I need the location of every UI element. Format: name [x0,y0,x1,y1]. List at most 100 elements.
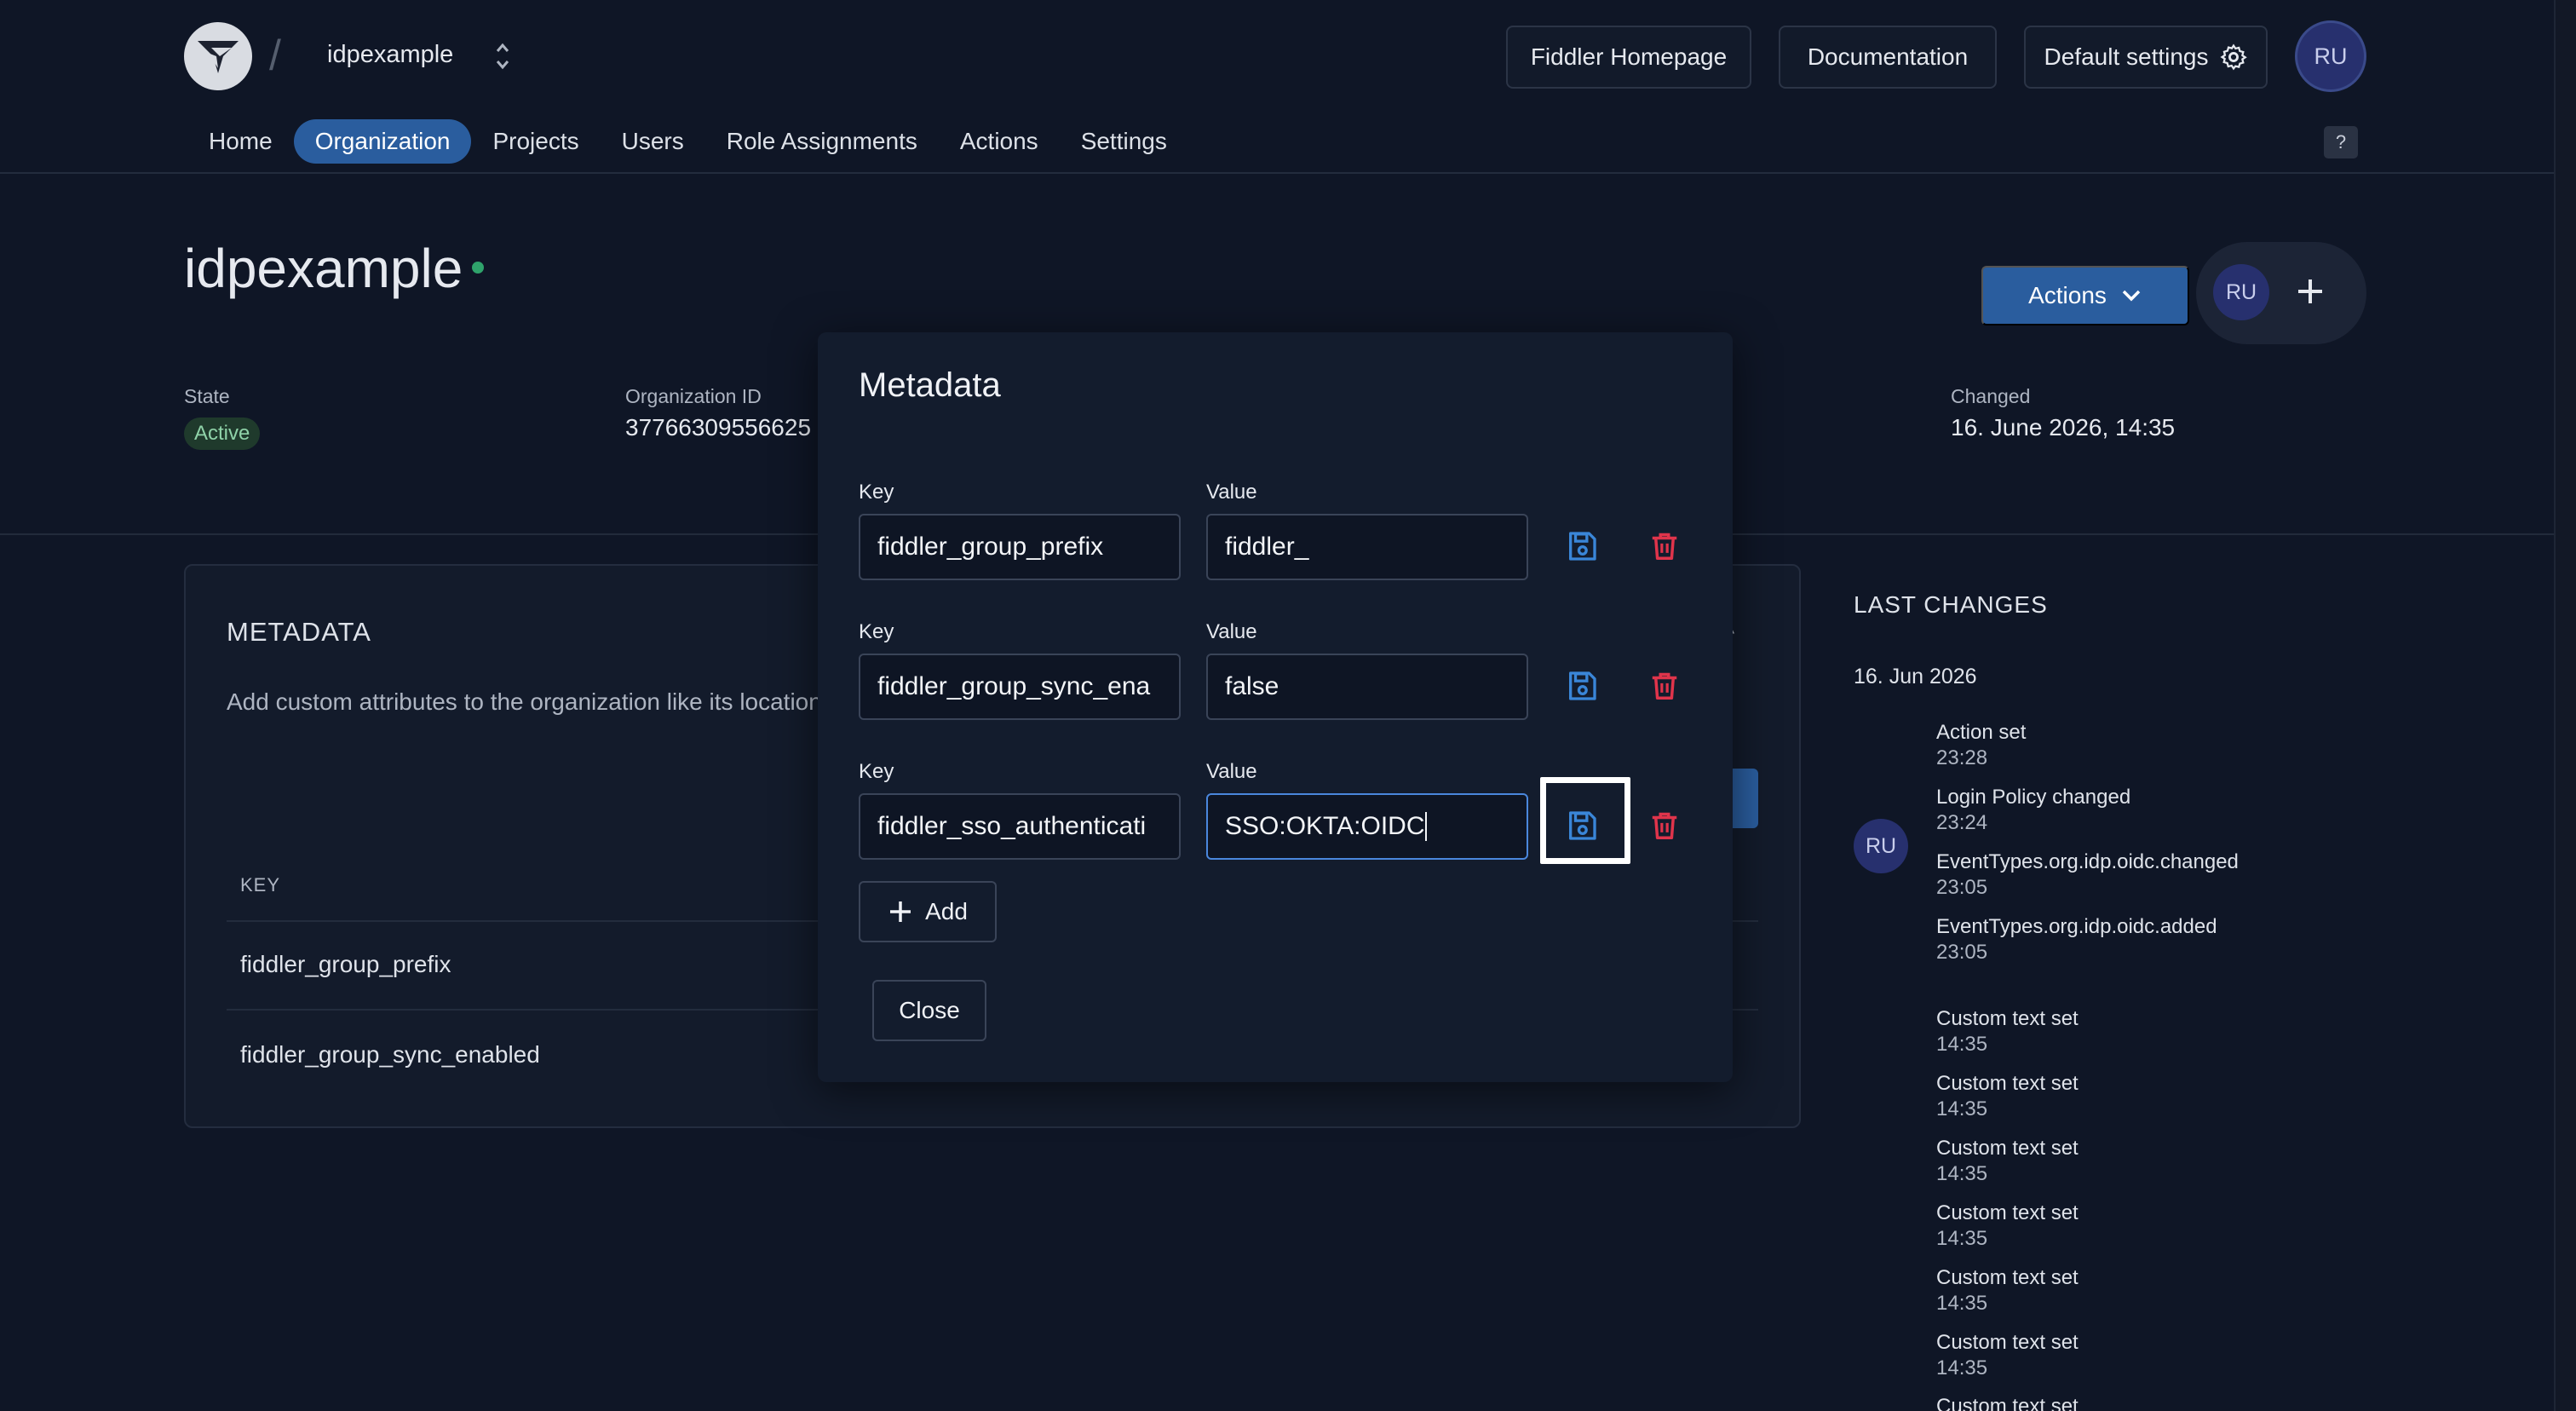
change-text: EventTypes.org.idp.oidc.changed [1936,850,2239,873]
table-row: fiddler_group_sync_enabled [240,1041,540,1068]
change-entry: Custom text set 14:35 [1936,1265,2079,1316]
default-settings-label: Default settings [2044,43,2209,70]
trash-icon [1652,533,1677,560]
page-scrollbar[interactable] [2554,0,2576,1411]
nav-users[interactable]: Users [601,119,705,164]
trash-icon [1652,672,1677,700]
last-changes-title: LAST CHANGES [1854,591,2048,618]
change-time: 14:35 [1936,1356,1988,1379]
value-label: Value [1206,760,1257,783]
add-member-icon[interactable] [2293,274,2327,308]
change-entry: Action set 23:28 [1936,720,2026,771]
key-label: Key [859,481,894,504]
close-dialog-button[interactable]: Close [872,980,986,1041]
value-label: Value [1206,481,1257,504]
change-text: Custom text set [1936,1395,2079,1411]
floppy-disk-icon [1569,671,1596,700]
nav-home[interactable]: Home [187,119,294,164]
status-dot [472,262,484,274]
actions-label: Actions [2028,282,2107,308]
floppy-disk-icon [1569,811,1596,840]
save-row-button[interactable] [1563,527,1601,565]
key-label: Key [859,760,894,783]
metadata-card-description: Add custom attributes to the organizatio… [227,688,822,715]
metadata-key-input[interactable]: fiddler_sso_authenticati [859,793,1181,860]
metadata-value-input[interactable]: fiddler_ [1206,514,1528,580]
actions-dropdown-button[interactable]: Actions [1981,266,2189,325]
text-caret [1425,812,1428,841]
fiddler-homepage-button[interactable]: Fiddler Homepage [1506,26,1751,89]
change-time: 14:35 [1936,1227,1988,1250]
change-time: 23:28 [1936,746,1988,769]
change-text: EventTypes.org.idp.oidc.added [1936,915,2217,938]
change-text: Custom text set [1936,1137,2079,1160]
member-avatar[interactable]: RU [2213,264,2269,320]
change-entry: Custom text set 14:35 [1936,1136,2079,1187]
change-text: Login Policy changed [1936,786,2131,809]
change-entry: Custom text set 14:35 [1936,1006,2079,1057]
change-time: 23:05 [1936,876,1988,899]
default-settings-button[interactable]: Default settings [2024,26,2268,89]
change-text: Custom text set [1936,1072,2079,1095]
change-time: 23:24 [1936,811,1988,834]
org-id-label: Organization ID [625,385,762,407]
top-header: / idpexample Fiddler Homepage Documentat… [0,0,2576,174]
last-changes-date: 16. Jun 2026 [1854,665,1977,688]
change-text: Custom text set [1936,1007,2079,1030]
changed-value: 16. June 2026, 14:35 [1951,414,2176,441]
change-time: 14:35 [1936,1162,1988,1185]
value-label: Value [1206,620,1257,643]
change-time: 14:35 [1936,1292,1988,1315]
state-label: State [184,385,230,407]
change-text: Custom text set [1936,1201,2079,1224]
value-input-text: SSO:OKTA:OIDC [1225,812,1425,840]
change-time: 14:35 [1936,1097,1988,1120]
help-button[interactable]: ? [2324,126,2358,158]
change-entry: Login Policy changed 23:24 [1936,785,2130,836]
app-logo[interactable] [184,22,252,90]
org-switcher-label[interactable]: idpexample [327,41,453,69]
save-row-button[interactable] [1563,807,1601,844]
change-entry: Custom text set 14:35 [1936,1330,2079,1381]
change-entry: Custom text set 14:35 [1936,1201,2079,1252]
nav-settings[interactable]: Settings [1060,119,1188,164]
add-metadata-button[interactable]: Add [859,881,997,942]
change-text: Custom text set [1936,1331,2079,1354]
delete-row-button[interactable] [1646,807,1683,844]
dialog-title: Metadata [859,366,1001,404]
metadata-key-input[interactable]: fiddler_group_prefix [859,514,1181,580]
metadata-table-header-key: KEY [240,874,281,896]
nav-organization[interactable]: Organization [293,119,472,164]
nav-actions[interactable]: Actions [939,119,1060,164]
floppy-disk-icon [1569,532,1596,561]
delete-row-button[interactable] [1646,527,1683,565]
change-entry: EventTypes.org.idp.oidc.added 23:05 [1936,914,2217,965]
metadata-key-input[interactable]: fiddler_group_sync_ena [859,654,1181,720]
save-row-button[interactable] [1563,667,1601,705]
documentation-button[interactable]: Documentation [1779,26,1997,89]
gear-icon [2219,43,2247,71]
page-title: idpexample [184,238,463,299]
change-time: 23:05 [1936,941,1988,964]
metadata-card-title: METADATA [227,617,371,647]
metadata-value-input[interactable]: false [1206,654,1528,720]
delete-row-button[interactable] [1646,667,1683,705]
change-text: Action set [1936,721,2027,744]
changed-label: Changed [1951,385,2031,407]
change-time: 14:35 [1936,1033,1988,1056]
change-author-avatar: RU [1854,819,1908,873]
change-text: Custom text set [1936,1266,2079,1289]
change-entry: Custom text set [1936,1394,2079,1411]
add-label: Add [925,898,968,924]
nav-role-assignments[interactable]: Role Assignments [705,119,939,164]
trash-icon [1652,812,1677,839]
metadata-value-input-focused[interactable]: SSO:OKTA:OIDC [1206,793,1528,860]
chevron-updown-icon[interactable] [494,41,511,72]
main-nav: Home Organization Projects Users Role As… [187,119,1188,164]
change-entry: EventTypes.org.idp.oidc.changed 23:05 [1936,849,2239,901]
breadcrumb-separator: / [269,32,281,79]
user-avatar[interactable]: RU [2295,20,2366,92]
chevron-down-icon [2122,290,2141,302]
nav-projects[interactable]: Projects [471,119,600,164]
metadata-edit-button[interactable] [1729,769,1758,828]
